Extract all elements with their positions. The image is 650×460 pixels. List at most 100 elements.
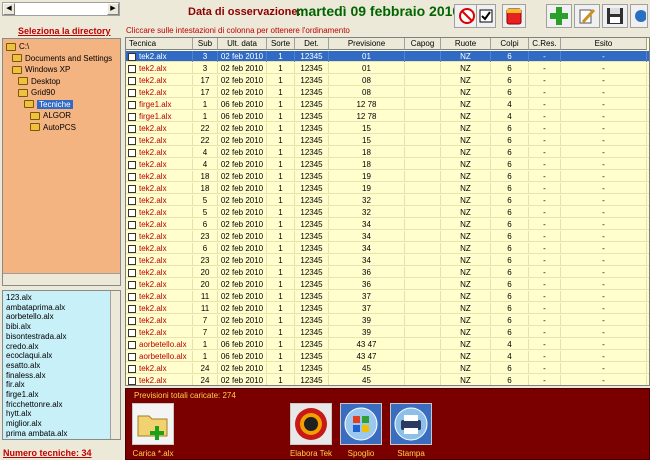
row-checkbox[interactable] xyxy=(128,256,136,265)
tree-item[interactable]: C:\ xyxy=(6,41,29,52)
row-checkbox[interactable] xyxy=(128,64,136,73)
file-list-item[interactable]: fricchettonre.alx xyxy=(6,400,62,410)
table-row[interactable]: tek2.alx 6 02 feb 2010 1 12345 34 NZ 6- - xyxy=(126,219,649,230)
file-list-item[interactable]: firge1.alx xyxy=(6,390,38,400)
row-checkbox[interactable] xyxy=(128,328,136,337)
tool-button[interactable] xyxy=(630,4,648,28)
tree-item[interactable]: Documents and Settings xyxy=(12,53,112,64)
directory-tree[interactable]: C:\ Documents and Settings Windows XP Deskt… xyxy=(2,38,121,286)
table-row[interactable]: firge1.alx 1 06 feb 2010 1 12345 12 78 NZ 4- - xyxy=(126,99,649,110)
tree-horizontal-scrollbar[interactable] xyxy=(3,273,120,285)
file-list-item[interactable]: esatto.alx xyxy=(6,361,40,371)
row-checkbox[interactable] xyxy=(128,76,136,85)
table-row[interactable]: tek2.alx 5 02 feb 2010 1 12345 32 NZ 6- - xyxy=(126,207,649,218)
table-row[interactable]: tek2.alx 11 02 feb 2010 1 12345 37 NZ 6- - xyxy=(126,291,649,302)
table-row[interactable]: tek2.alx 24 02 feb 2010 1 12345 45 NZ 6- - xyxy=(126,363,649,374)
row-checkbox[interactable] xyxy=(128,220,136,229)
file-list-item[interactable]: bisontestrada.alx xyxy=(6,332,66,342)
tree-item[interactable]: Desktop xyxy=(18,76,60,87)
tree-item[interactable]: Windows XP xyxy=(12,64,70,75)
table-row[interactable]: tek2.alx 22 02 feb 2010 1 12345 15 NZ 6- - xyxy=(126,135,649,146)
row-checkbox[interactable] xyxy=(128,340,136,349)
file-list-item[interactable]: miglior.alx xyxy=(6,419,42,429)
column-header[interactable]: C.Res. xyxy=(529,38,561,50)
technique-file-list[interactable]: 123.alx ambataprima.alx aorbetello.alx bibi… xyxy=(2,290,121,440)
table-row[interactable]: tek2.alx 23 02 feb 2010 1 12345 34 NZ 6- - xyxy=(126,255,649,266)
row-checkbox[interactable] xyxy=(128,364,136,373)
row-checkbox[interactable] xyxy=(128,148,136,157)
elabora-tek-button[interactable] xyxy=(290,403,332,445)
column-header[interactable]: Esito xyxy=(561,38,647,50)
table-row[interactable]: tek2.alx 24 02 feb 2010 1 12345 45 NZ 6- - xyxy=(126,375,649,385)
row-checkbox[interactable] xyxy=(128,316,136,325)
check-button[interactable] xyxy=(476,4,496,28)
table-row[interactable]: tek2.alx 4 02 feb 2010 1 12345 18 NZ 6- - xyxy=(126,159,649,170)
forecast-grid[interactable]: Tecnica Sub Ult. data Sorte Det. Previsione Ca… xyxy=(125,37,650,386)
table-row[interactable]: tek2.alx 5 02 feb 2010 1 12345 32 NZ 6- - xyxy=(126,195,649,206)
row-checkbox[interactable] xyxy=(128,244,136,253)
tree-item[interactable]: Grid90 xyxy=(18,87,55,98)
row-checkbox[interactable] xyxy=(128,160,136,169)
row-checkbox[interactable] xyxy=(128,124,136,133)
load-alx-button[interactable] xyxy=(132,403,174,445)
table-row[interactable]: aorbetello.alx 1 06 feb 2010 1 12345 43 47 NZ 4… xyxy=(126,339,649,350)
top-scrollbar[interactable]: ◀ ▶ xyxy=(2,2,120,16)
tree-item[interactable]: ALGOR xyxy=(30,110,71,121)
save-button[interactable] xyxy=(602,4,628,28)
row-checkbox[interactable] xyxy=(128,352,136,361)
column-header[interactable]: Ult. data xyxy=(218,38,267,50)
file-list-item[interactable]: 123.alx xyxy=(6,293,32,303)
table-row[interactable]: tek2.alx 11 02 feb 2010 1 12345 37 NZ 6- - xyxy=(126,303,649,314)
row-checkbox[interactable] xyxy=(128,208,136,217)
row-checkbox[interactable] xyxy=(128,196,136,205)
table-row[interactable]: tek2.alx 3 02 feb 2010 1 12345 01 NZ 6- - xyxy=(126,63,649,74)
row-checkbox[interactable] xyxy=(128,52,136,61)
table-row[interactable]: tek2.alx 22 02 feb 2010 1 12345 15 NZ 6- - xyxy=(126,123,649,134)
scroll-left-button[interactable]: ◀ xyxy=(3,3,15,15)
stampa-button[interactable] xyxy=(390,403,432,445)
row-checkbox[interactable] xyxy=(128,268,136,277)
row-checkbox[interactable] xyxy=(128,172,136,181)
file-list-item[interactable]: bibi.alx xyxy=(6,322,31,332)
row-checkbox[interactable] xyxy=(128,112,136,121)
edit-button[interactable] xyxy=(574,4,600,28)
tree-item[interactable]: Tecniche xyxy=(24,99,73,110)
paint-bucket-button[interactable] xyxy=(502,4,526,28)
row-checkbox[interactable] xyxy=(128,232,136,241)
row-checkbox[interactable] xyxy=(128,292,136,301)
table-row[interactable]: tek2.alx 3 02 feb 2010 1 12345 01 NZ 6- - xyxy=(126,51,649,62)
tree-item[interactable]: AutoPCS xyxy=(30,122,76,133)
table-row[interactable]: firge1.alx 1 06 feb 2010 1 12345 12 78 NZ 4- - xyxy=(126,111,649,122)
row-checkbox[interactable] xyxy=(128,136,136,145)
column-header[interactable]: Previsione xyxy=(329,38,405,50)
table-row[interactable]: tek2.alx 20 02 feb 2010 1 12345 36 NZ 6- - xyxy=(126,267,649,278)
file-list-item[interactable]: ecoclaqui.alx xyxy=(6,351,52,361)
scroll-right-button[interactable]: ▶ xyxy=(107,3,119,15)
column-header[interactable]: Det. xyxy=(295,38,329,50)
table-row[interactable]: tek2.alx 18 02 feb 2010 1 12345 19 NZ 6- - xyxy=(126,183,649,194)
file-list-item[interactable]: prima ambata.alx xyxy=(6,429,67,439)
file-list-item[interactable]: hytt.alx xyxy=(6,409,31,419)
spoglio-button[interactable] xyxy=(340,403,382,445)
row-checkbox[interactable] xyxy=(128,280,136,289)
table-row[interactable]: tek2.alx 17 02 feb 2010 1 12345 08 NZ 6- - xyxy=(126,75,649,86)
column-header[interactable]: Sub xyxy=(193,38,218,50)
column-header[interactable]: Sorte xyxy=(267,38,295,50)
file-list-item[interactable]: credo.alx xyxy=(6,342,38,352)
table-row[interactable]: tek2.alx 17 02 feb 2010 1 12345 08 NZ 6- - xyxy=(126,87,649,98)
column-header[interactable]: Colpi xyxy=(491,38,529,50)
table-row[interactable]: aorbetello.alx 1 06 feb 2010 1 12345 43 47 NZ 4… xyxy=(126,351,649,362)
table-row[interactable]: tek2.alx 23 02 feb 2010 1 12345 34 NZ 6- - xyxy=(126,231,649,242)
row-checkbox[interactable] xyxy=(128,376,136,385)
column-header[interactable]: Capog xyxy=(405,38,441,50)
file-list-scrollbar[interactable] xyxy=(110,291,120,439)
table-row[interactable]: tek2.alx 7 02 feb 2010 1 12345 39 NZ 6- - xyxy=(126,327,649,338)
file-list-item[interactable]: finaless.alx xyxy=(6,371,46,381)
column-header[interactable]: Tecnica xyxy=(126,38,193,50)
row-checkbox[interactable] xyxy=(128,88,136,97)
row-checkbox[interactable] xyxy=(128,304,136,313)
row-checkbox[interactable] xyxy=(128,184,136,193)
table-row[interactable]: tek2.alx 18 02 feb 2010 1 12345 19 NZ 6- - xyxy=(126,171,649,182)
file-list-item[interactable]: fir.alx xyxy=(6,380,25,390)
column-header[interactable]: Ruote xyxy=(441,38,491,50)
